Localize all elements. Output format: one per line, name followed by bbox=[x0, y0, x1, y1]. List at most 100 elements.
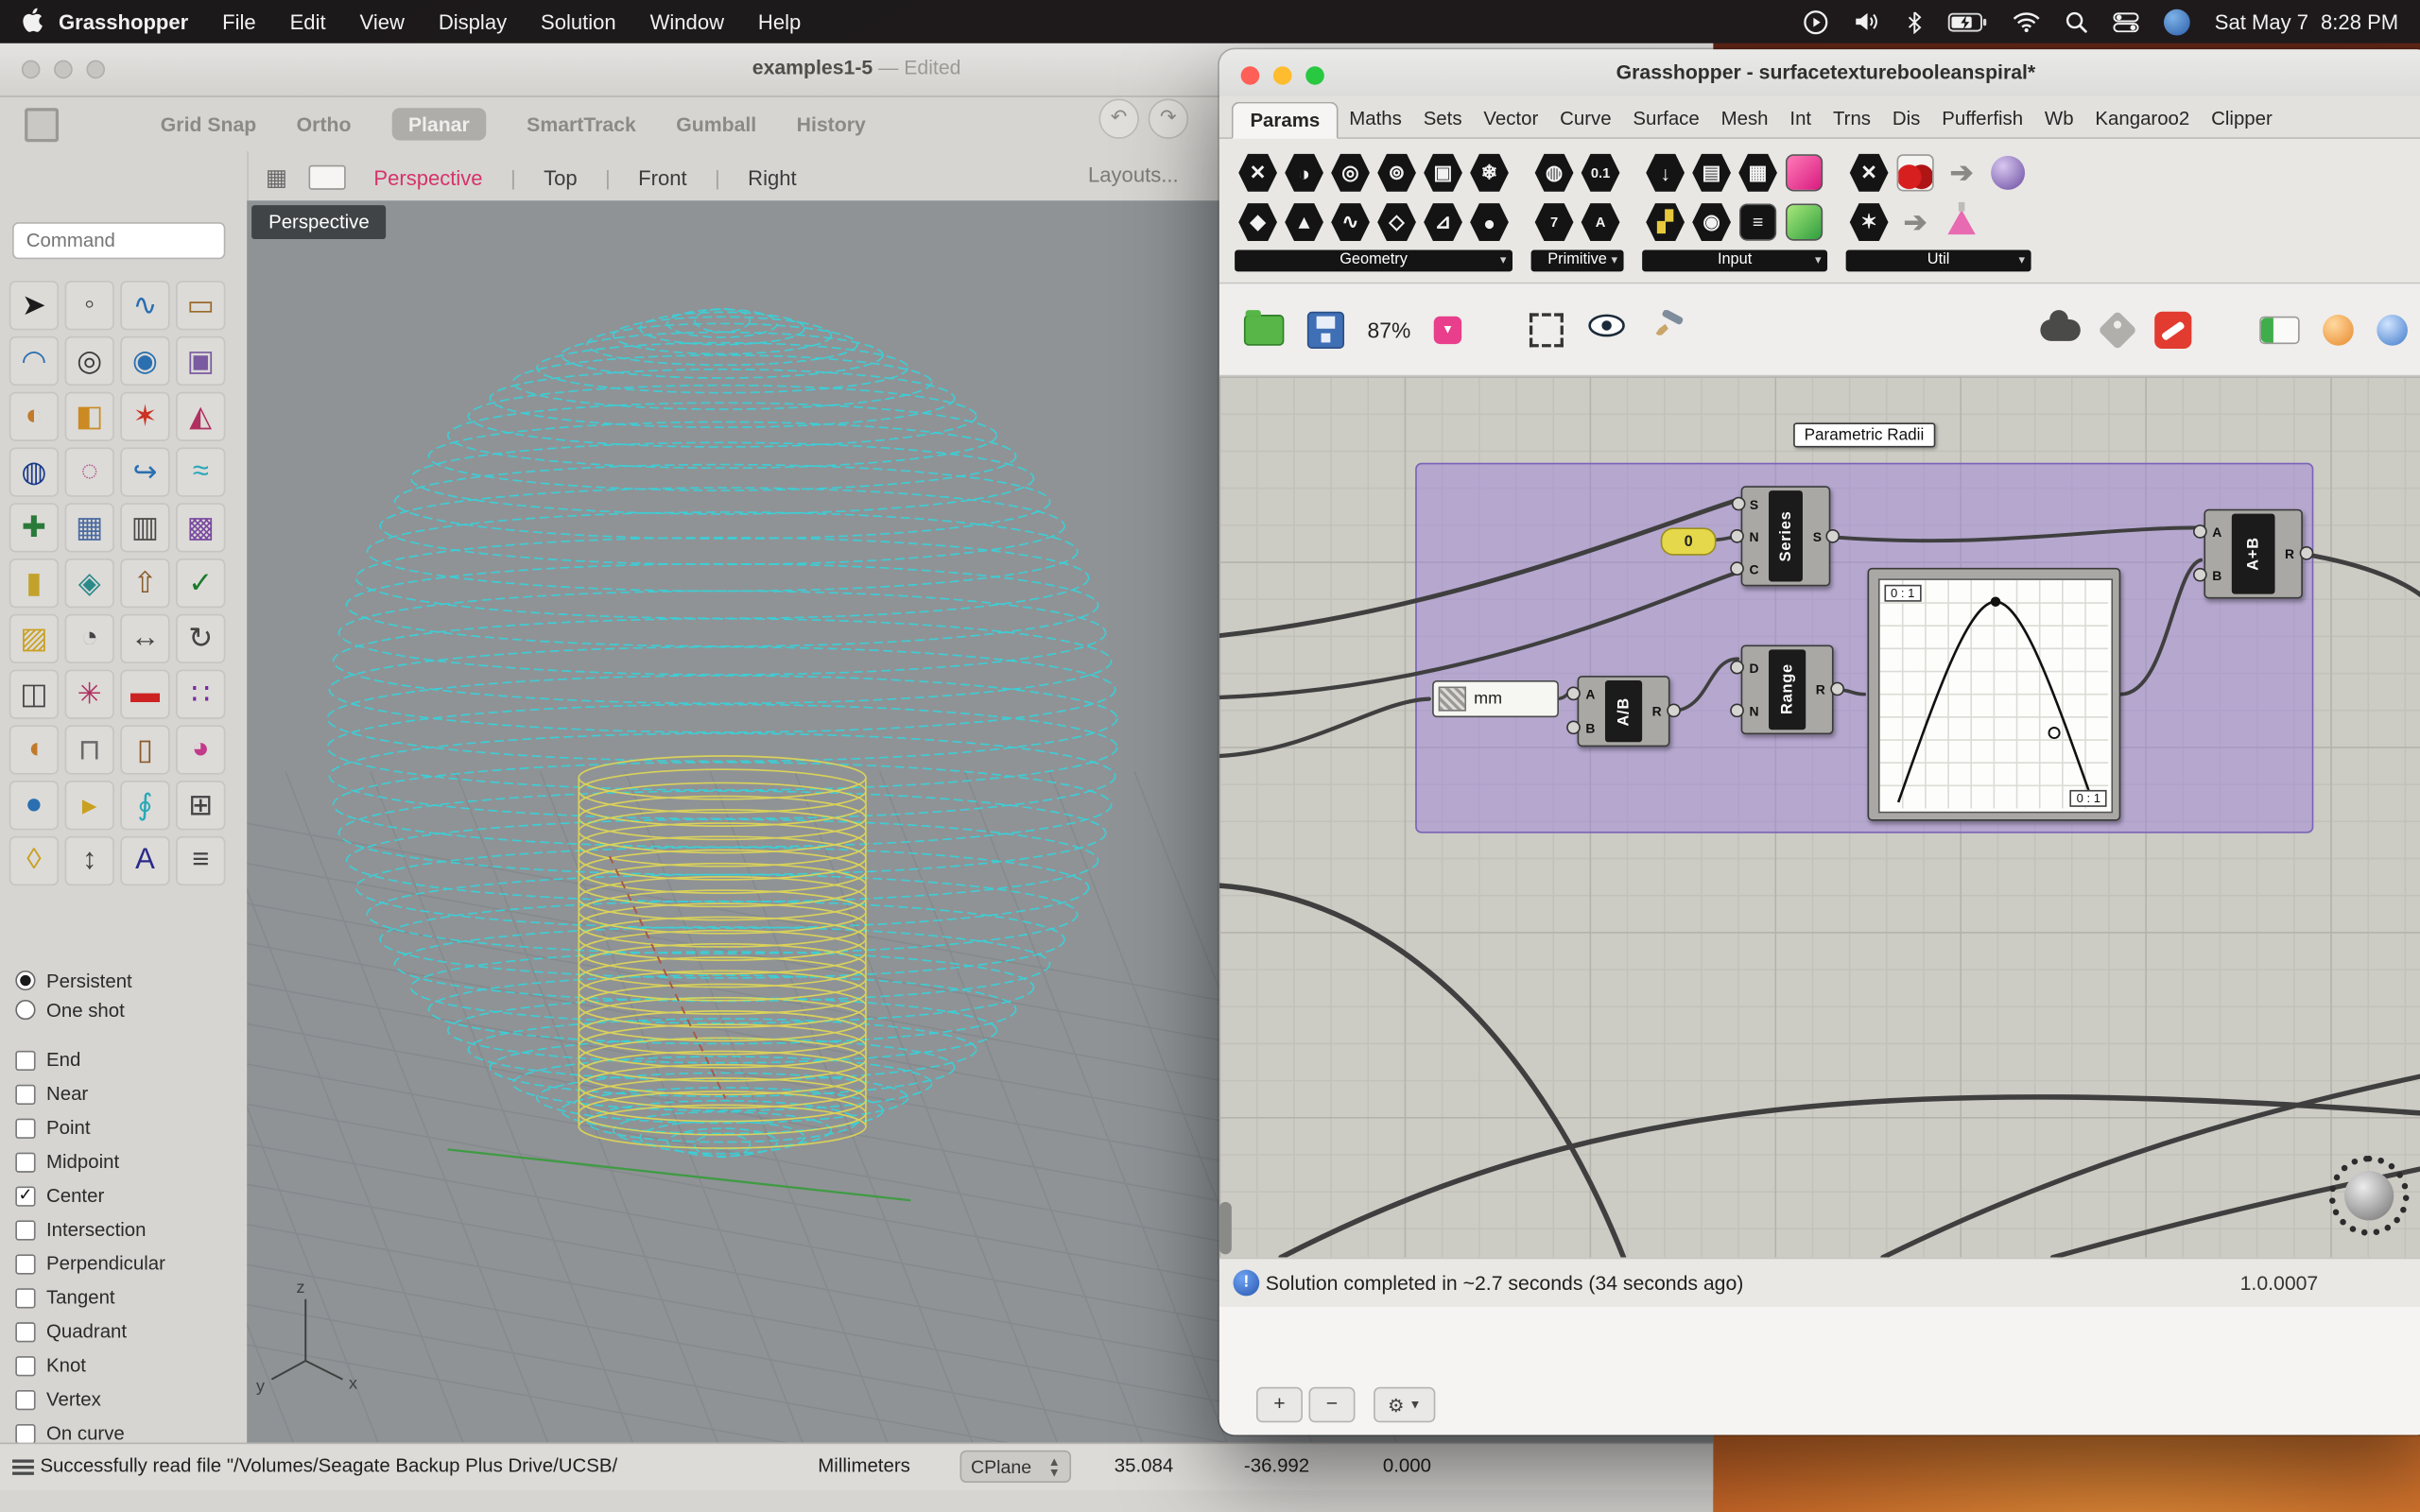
osnap-vertex[interactable]: Vertex bbox=[15, 1383, 165, 1417]
menu-display[interactable]: Display bbox=[439, 10, 507, 33]
menu-view[interactable]: View bbox=[360, 10, 405, 33]
cage-tool-icon[interactable]: ▩ bbox=[176, 503, 226, 553]
apple-menu-icon[interactable] bbox=[22, 7, 43, 36]
open-file-icon[interactable] bbox=[1243, 309, 1285, 345]
gh-tab-int[interactable]: Int bbox=[1779, 102, 1823, 136]
ribbon-group-label[interactable]: Primitive ▾ bbox=[1530, 249, 1624, 272]
flag-tool-icon[interactable]: ▸ bbox=[64, 781, 114, 831]
cherry-picker-icon[interactable] bbox=[1893, 149, 1939, 196]
menu-window[interactable]: Window bbox=[650, 10, 724, 33]
text-icon[interactable]: A bbox=[1578, 199, 1624, 246]
paint-brush-icon[interactable] bbox=[1650, 309, 1686, 349]
active-app-name[interactable]: Grasshopper bbox=[59, 10, 188, 33]
osnap-midpoint[interactable]: Midpoint bbox=[15, 1144, 165, 1178]
preview-eye-icon[interactable] bbox=[1586, 313, 1626, 345]
array-polar-tool-icon[interactable]: ∷ bbox=[176, 669, 226, 719]
osnap-center[interactable]: ✓ Center bbox=[15, 1178, 165, 1212]
units-label[interactable]: Millimeters bbox=[818, 1455, 910, 1477]
text-tool-icon[interactable]: A bbox=[120, 835, 170, 886]
cplane-tool-icon[interactable]: ⊞ bbox=[176, 781, 226, 831]
toolbar-toggle-planar[interactable]: Planar bbox=[390, 107, 487, 140]
division-component[interactable]: AB A/B R bbox=[1566, 676, 1681, 747]
vector-icon[interactable]: ◑ bbox=[1281, 149, 1327, 196]
zoom-dropdown[interactable]: ▼ bbox=[1433, 315, 1462, 344]
wifi-icon[interactable] bbox=[2013, 11, 2040, 32]
rotate-tool-icon[interactable]: ↻ bbox=[176, 613, 226, 664]
color-wheel-tool-icon[interactable]: ◕ bbox=[176, 725, 226, 775]
play-circle-icon[interactable] bbox=[1803, 9, 1829, 35]
viewport-tab-right[interactable]: Right bbox=[748, 166, 796, 189]
knob-icon[interactable]: ◉ bbox=[1688, 199, 1735, 246]
osnap-perpendicular[interactable]: Perpendicular bbox=[15, 1246, 165, 1280]
magnify-tool-icon[interactable]: ◔ bbox=[64, 613, 114, 664]
remove-button[interactable]: − bbox=[1308, 1386, 1356, 1423]
lock-tool-icon[interactable]: ⊓ bbox=[64, 725, 114, 775]
cplane-dropdown[interactable]: CPlane ▲ ▼ bbox=[959, 1450, 1072, 1483]
viewport-title-label[interactable]: Perspective bbox=[251, 205, 387, 240]
number-icon[interactable]: 0.1 bbox=[1578, 149, 1624, 196]
rectangle-tool-icon[interactable]: ▭ bbox=[176, 281, 226, 331]
boolean-icon[interactable]: ◍ bbox=[1531, 149, 1578, 196]
new-viewport-icon[interactable] bbox=[308, 164, 347, 190]
menu-edit[interactable]: Edit bbox=[290, 10, 326, 33]
canvas-compass-widget[interactable] bbox=[2328, 1155, 2410, 1236]
checkbox[interactable] bbox=[15, 1151, 36, 1172]
radio-button[interactable] bbox=[15, 970, 36, 991]
gh-tab-pufferfish[interactable]: Pufferfish bbox=[1931, 102, 2034, 136]
puzzle-tool-icon[interactable]: ◧ bbox=[64, 391, 114, 441]
gh-tab-maths[interactable]: Maths bbox=[1339, 102, 1412, 136]
torus-tool-icon[interactable]: ◎ bbox=[64, 335, 114, 387]
gh-tab-surface[interactable]: Surface bbox=[1622, 102, 1710, 136]
select-tool-icon[interactable]: ➤ bbox=[9, 281, 60, 331]
search-icon[interactable] bbox=[2065, 10, 2087, 33]
point-tool-icon[interactable]: ◦ bbox=[64, 281, 114, 331]
spiral-tool-icon[interactable]: ✳ bbox=[64, 669, 114, 719]
gh-tab-vector[interactable]: Vector bbox=[1473, 102, 1549, 136]
mailbox-tool-icon[interactable]: ▯ bbox=[120, 725, 170, 775]
ribbon-group-label[interactable]: Geometry ▾ bbox=[1235, 249, 1512, 272]
curve-icon[interactable]: ∿ bbox=[1327, 199, 1374, 246]
add-button[interactable]: + bbox=[1255, 1386, 1303, 1423]
curve-tool-icon[interactable]: ∿ bbox=[120, 281, 170, 331]
pipe-tool-icon[interactable]: ▮ bbox=[9, 558, 60, 609]
cluster-cloud-icon[interactable] bbox=[2040, 309, 2081, 340]
data-input-icon[interactable]: ➔ bbox=[1939, 149, 1985, 196]
checkbox[interactable] bbox=[15, 1355, 36, 1376]
viewport-tab-top[interactable]: Top bbox=[544, 166, 578, 189]
dimension-tool-icon[interactable]: ↕ bbox=[64, 835, 114, 886]
import-icon[interactable]: ↓ bbox=[1642, 149, 1688, 196]
integer-icon[interactable]: 7 bbox=[1531, 199, 1578, 246]
panel-component[interactable]: mm bbox=[1432, 680, 1559, 718]
checkbox[interactable]: ✓ bbox=[15, 1185, 36, 1206]
checkbox[interactable] bbox=[15, 1321, 36, 1342]
extrude-tool-icon[interactable]: ⇧ bbox=[120, 558, 170, 609]
osnap-intersection[interactable]: Intersection bbox=[15, 1212, 165, 1246]
osnap-end[interactable]: End bbox=[15, 1043, 165, 1077]
gradient-icon[interactable] bbox=[1781, 149, 1827, 196]
gh-tab-clipper[interactable]: Clipper bbox=[2201, 102, 2284, 136]
sphere-tool-icon[interactable]: ◉ bbox=[120, 335, 170, 387]
control-center-icon[interactable] bbox=[2113, 11, 2139, 32]
settings-dropdown[interactable]: ⚙ ▼ bbox=[1374, 1386, 1436, 1423]
grasshopper-canvas[interactable]: Parametric Radii 0 SNC Series S mm AB A/… bbox=[1219, 376, 2420, 1258]
plane-icon[interactable]: ⊚ bbox=[1374, 149, 1420, 196]
osnap-on-curve[interactable]: On curve bbox=[15, 1417, 165, 1443]
bluetooth-icon[interactable] bbox=[1906, 10, 1923, 34]
zoom-window-tool-icon[interactable]: ◫ bbox=[9, 669, 60, 719]
circle-icon[interactable]: ◎ bbox=[1327, 149, 1374, 196]
globe-tool-icon[interactable]: ● bbox=[9, 781, 60, 831]
point-icon[interactable]: ✕ bbox=[1235, 149, 1281, 196]
viewport-tab-perspective[interactable]: Perspective bbox=[373, 166, 482, 189]
menu-solution[interactable]: Solution bbox=[541, 10, 616, 33]
ribbon-group-label[interactable]: Input ▾ bbox=[1642, 249, 1828, 272]
data-output-icon[interactable]: ➔ bbox=[1893, 199, 1939, 246]
brep-icon[interactable]: ◆ bbox=[1235, 199, 1281, 246]
layers-tool-icon[interactable]: ≡ bbox=[176, 835, 226, 886]
triangle-icon[interactable]: ⊿ bbox=[1420, 199, 1466, 246]
tag-icon[interactable] bbox=[2098, 309, 2137, 350]
pan-tool-icon[interactable]: ↔ bbox=[120, 613, 170, 664]
gh-tab-dis[interactable]: Dis bbox=[1881, 102, 1930, 136]
hatch-tool-icon[interactable]: ▨ bbox=[9, 613, 60, 664]
history-menu-icon[interactable] bbox=[12, 1459, 34, 1463]
data-table-icon[interactable]: ▦ bbox=[1735, 149, 1781, 196]
